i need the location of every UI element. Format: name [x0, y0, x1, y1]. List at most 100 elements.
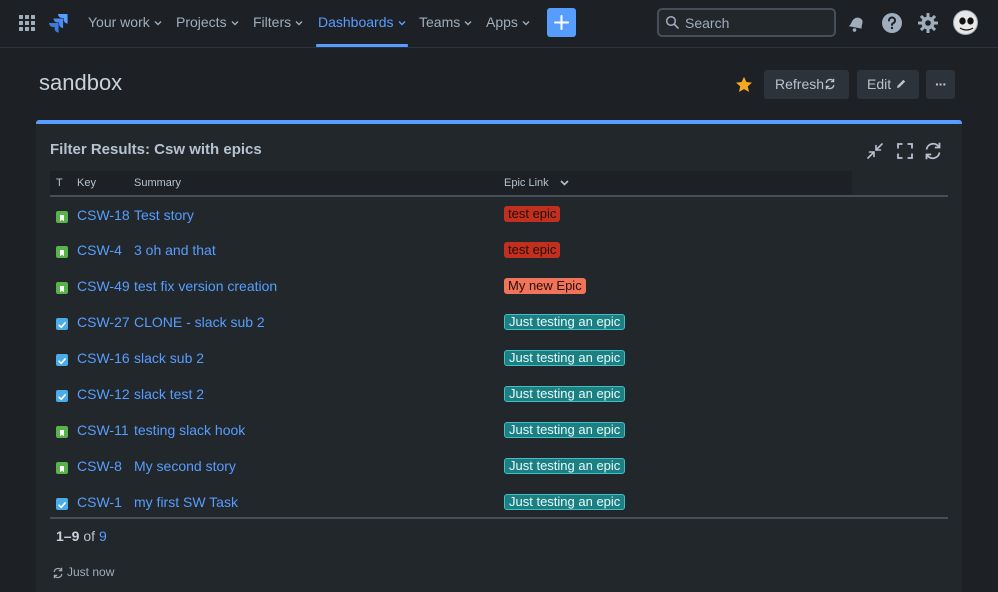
- apps-grid-icon[interactable]: [17, 13, 37, 33]
- table-row: CSW-4 3 oh and that test epic: [50, 232, 948, 268]
- key-cell: CSW-1: [77, 484, 134, 520]
- nav-filters[interactable]: Filters: [253, 0, 303, 47]
- story-type-icon: [56, 462, 68, 474]
- epic-lozenge[interactable]: Just testing an epic: [504, 313, 626, 330]
- table-row: CSW-1 my first SW Task Just testing an epi…: [50, 484, 948, 520]
- nav-teams[interactable]: Teams: [419, 0, 472, 47]
- type-cell: [50, 412, 77, 448]
- column-header-spacer: [852, 171, 948, 197]
- epic-cell: Just testing an epic: [501, 484, 852, 520]
- refresh-small-icon[interactable]: [52, 567, 64, 579]
- epic-lozenge[interactable]: test epic: [504, 206, 561, 222]
- chevron-down-icon: [464, 21, 472, 26]
- issue-summary-link[interactable]: 3 oh and that: [134, 242, 216, 258]
- epic-lozenge[interactable]: test epic: [504, 241, 561, 258]
- summary-cell: slack sub 2: [134, 340, 501, 376]
- issue-key-link[interactable]: CSW-18: [77, 207, 130, 223]
- nav-dashboards[interactable]: Dashboards: [316, 0, 407, 47]
- table-row: CSW-8 My second story Just testing an epic: [50, 448, 948, 484]
- epic-cell: Just testing an epic: [501, 304, 852, 340]
- epic-cell: test epic: [501, 196, 852, 232]
- pagination: 1–9 of 9: [56, 528, 107, 544]
- story-type-icon: [56, 426, 68, 438]
- table-header-row: T Key Summary Epic Link: [50, 171, 948, 197]
- edit-button-label: Edit: [867, 76, 892, 92]
- issue-key-link[interactable]: CSW-16: [77, 350, 130, 366]
- nav-filters-label: Filters: [253, 14, 292, 30]
- table-row: CSW-16 slack sub 2 Just testing an epic: [50, 340, 948, 376]
- issue-summary-link[interactable]: testing slack hook: [134, 422, 245, 438]
- issue-summary-link[interactable]: test fix version creation: [134, 278, 277, 294]
- epic-lozenge[interactable]: Just testing an epic: [504, 493, 626, 510]
- chevron-down-icon: [398, 21, 405, 26]
- key-cell: CSW-18: [77, 196, 134, 232]
- table-row: CSW-12 slack test 2 Just testing an epic: [50, 376, 948, 412]
- issue-key-link[interactable]: CSW-1: [77, 494, 122, 510]
- key-cell: CSW-12: [77, 376, 134, 412]
- epic-lozenge[interactable]: Just testing an epic: [504, 349, 626, 366]
- chevron-down-icon: [231, 21, 239, 26]
- summary-cell: slack test 2: [134, 376, 501, 412]
- notification-icon[interactable]: [845, 12, 867, 34]
- maximize-icon[interactable]: [895, 141, 915, 161]
- more-actions-button[interactable]: ···: [926, 70, 955, 99]
- nav-your-work[interactable]: Your work: [88, 0, 162, 47]
- help-icon[interactable]: [881, 12, 903, 34]
- nav-projects[interactable]: Projects: [176, 0, 239, 47]
- epic-cell: My new Epic: [501, 268, 852, 304]
- nav-apps[interactable]: Apps: [486, 0, 530, 47]
- issue-summary-link[interactable]: Test story: [134, 207, 194, 223]
- refresh-button[interactable]: Refresh: [764, 70, 849, 99]
- issue-summary-link[interactable]: CLONE - slack sub 2: [134, 314, 265, 330]
- search-box[interactable]: [657, 8, 836, 37]
- task-type-icon: [56, 318, 68, 330]
- issues-table-body: CSW-18 Test story test epic CSW-4 3 oh and t…: [50, 196, 948, 520]
- jira-logo-icon[interactable]: [47, 12, 69, 34]
- type-cell: [50, 304, 77, 340]
- plus-icon: [554, 15, 569, 30]
- issue-summary-link[interactable]: slack test 2: [134, 386, 204, 402]
- spacer-cell: [852, 412, 948, 448]
- issues-table: T Key Summary Epic Link CSW-18 Test story…: [50, 171, 948, 520]
- epic-lozenge[interactable]: Just testing an epic: [504, 457, 626, 474]
- issue-key-link[interactable]: CSW-27: [77, 314, 130, 330]
- spacer-cell: [852, 484, 948, 520]
- table-row: CSW-27 CLONE - slack sub 2 Just testing an…: [50, 304, 948, 340]
- key-cell: CSW-4: [77, 232, 134, 268]
- gadget-refresh-icon[interactable]: [923, 141, 943, 161]
- issue-key-link[interactable]: CSW-4: [77, 242, 122, 258]
- key-cell: CSW-8: [77, 448, 134, 484]
- summary-cell: test fix version creation: [134, 268, 501, 304]
- settings-icon[interactable]: [917, 12, 939, 34]
- pager-total-link[interactable]: 9: [99, 528, 107, 544]
- create-button[interactable]: [547, 8, 576, 37]
- type-cell: [50, 196, 77, 232]
- issue-key-link[interactable]: CSW-11: [77, 422, 129, 438]
- minimize-icon[interactable]: [865, 141, 885, 161]
- issue-summary-link[interactable]: My second story: [134, 458, 236, 474]
- issue-key-link[interactable]: CSW-12: [77, 386, 130, 402]
- column-header-key[interactable]: Key: [77, 171, 134, 197]
- epic-cell: Just testing an epic: [501, 448, 852, 484]
- epic-cell: Just testing an epic: [501, 376, 852, 412]
- spacer-cell: [852, 232, 948, 268]
- column-header-type: T: [50, 171, 77, 197]
- avatar[interactable]: [953, 10, 978, 35]
- issue-key-link[interactable]: CSW-49: [77, 278, 130, 294]
- column-header-summary[interactable]: Summary: [134, 171, 501, 197]
- story-type-icon: [56, 210, 68, 223]
- epic-lozenge[interactable]: Just testing an epic: [504, 385, 626, 402]
- search-input[interactable]: [685, 13, 830, 32]
- edit-button[interactable]: Edit: [857, 70, 919, 99]
- issue-summary-link[interactable]: my first SW Task: [134, 494, 238, 510]
- nav-dashboards-label: Dashboards: [318, 14, 394, 30]
- column-header-epic-link[interactable]: Epic Link: [501, 171, 852, 197]
- refresh-icon: [825, 78, 835, 90]
- issue-summary-link[interactable]: slack sub 2: [134, 350, 204, 366]
- issue-key-link[interactable]: CSW-8: [77, 458, 122, 474]
- star-icon[interactable]: [734, 75, 754, 95]
- epic-lozenge[interactable]: My new Epic: [504, 277, 586, 294]
- epic-lozenge[interactable]: Just testing an epic: [504, 421, 626, 438]
- table-row: CSW-49 test fix version creation My new Ep…: [50, 268, 948, 304]
- epic-link-header-label: Epic Link: [504, 177, 549, 189]
